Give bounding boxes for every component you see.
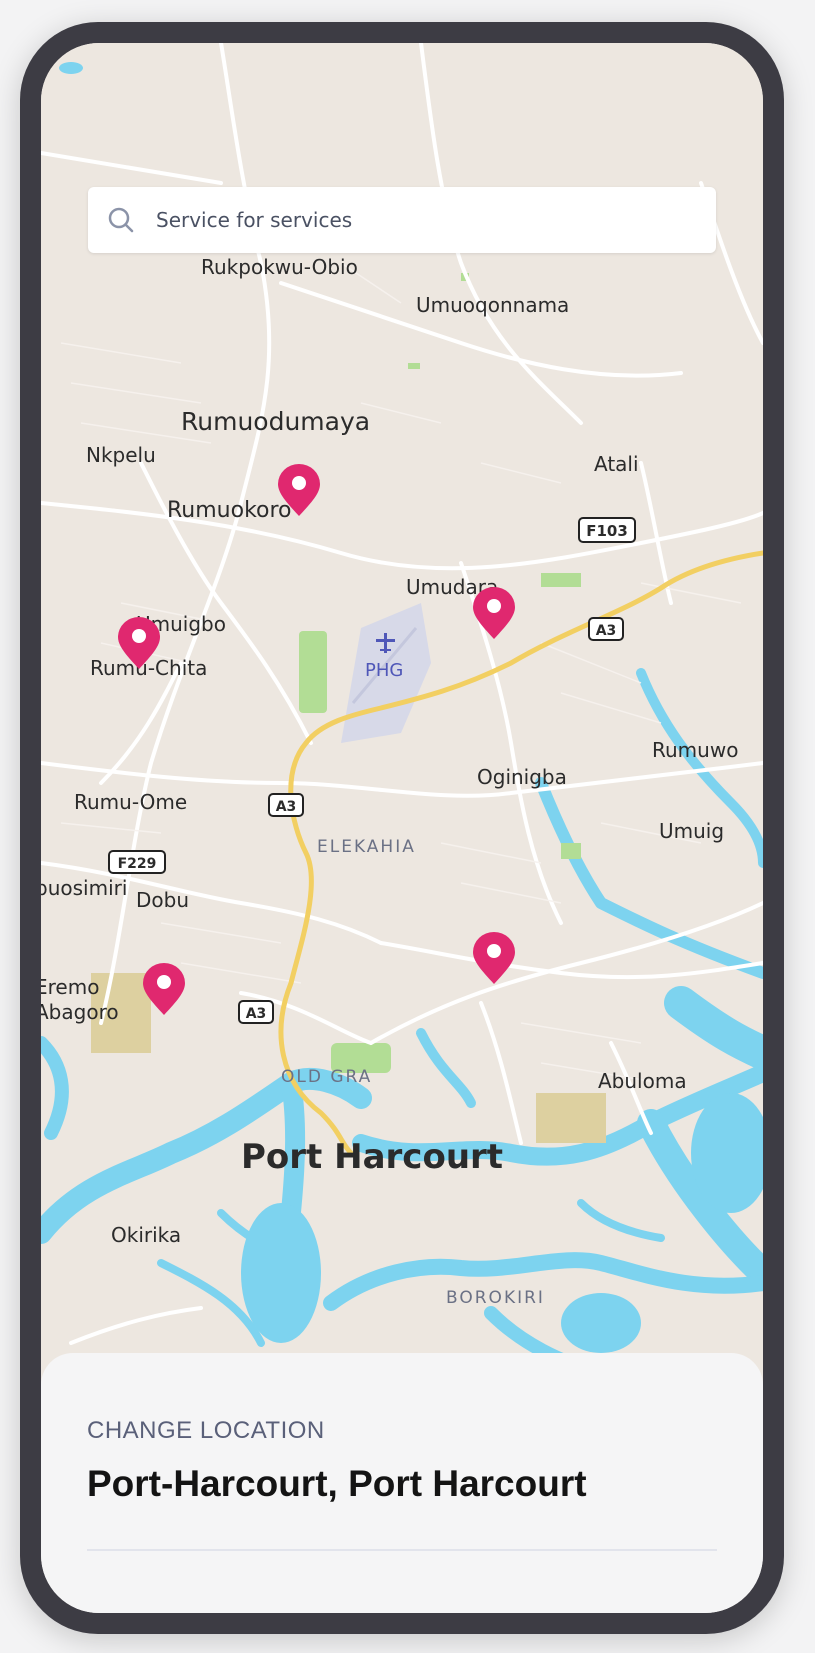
place-label: Rumuokoro bbox=[167, 498, 292, 523]
map-pin-marker[interactable] bbox=[116, 617, 162, 671]
location-sheet: CHANGE LOCATION Port-Harcourt, Port Harc… bbox=[41, 1353, 763, 1613]
place-label: Umuig bbox=[659, 819, 724, 843]
current-location: Port-Harcourt, Port Harcourt bbox=[87, 1463, 587, 1504]
place-label: Abagoro bbox=[41, 1000, 119, 1024]
svg-text:F229: F229 bbox=[118, 856, 157, 872]
svg-text:A3: A3 bbox=[276, 799, 297, 815]
place-label: Rumu-Ome bbox=[74, 790, 187, 814]
place-label: BOROKIRI bbox=[446, 1288, 545, 1308]
app-screen: F103 A3 A3 F229 A3 Rukpokwu-Obio Umuoqon… bbox=[41, 43, 763, 1613]
place-label: Okirika bbox=[111, 1223, 181, 1247]
place-label: Umuoqonnama bbox=[416, 293, 569, 317]
place-label: Rumuodumaya bbox=[181, 407, 370, 436]
change-location-link[interactable]: CHANGE LOCATION bbox=[87, 1417, 325, 1445]
search-icon bbox=[108, 207, 134, 233]
place-label: Dobu bbox=[136, 888, 189, 912]
place-label: ELEKAHIA bbox=[317, 837, 416, 857]
search-input[interactable] bbox=[154, 207, 698, 233]
place-label: Eremo bbox=[41, 975, 99, 999]
place-label: Abuloma bbox=[598, 1069, 687, 1093]
map-pin-icon bbox=[143, 963, 185, 1015]
svg-text:A3: A3 bbox=[246, 1006, 267, 1022]
place-label: buosimiri bbox=[41, 876, 127, 900]
place-label: OLD GRA bbox=[281, 1067, 372, 1087]
phone-frame: F103 A3 A3 F229 A3 Rukpokwu-Obio Umuoqon… bbox=[20, 22, 784, 1634]
svg-text:F103: F103 bbox=[586, 522, 628, 540]
map-pin-marker[interactable] bbox=[276, 464, 322, 518]
map-pin-marker[interactable] bbox=[471, 587, 517, 641]
place-label: Rumuwo bbox=[652, 738, 738, 762]
place-label: Rukpokwu-Obio bbox=[201, 255, 358, 279]
divider bbox=[87, 1549, 717, 1551]
place-label: Nkpelu bbox=[86, 443, 156, 467]
svg-text:A3: A3 bbox=[596, 623, 617, 639]
map-pin-marker[interactable] bbox=[471, 932, 517, 986]
map-pin-icon bbox=[278, 464, 320, 516]
place-label: Oginigba bbox=[477, 765, 567, 789]
place-label: PHG bbox=[365, 660, 403, 681]
map-pin-icon bbox=[118, 617, 160, 669]
map-pin-icon bbox=[473, 587, 515, 639]
map-pin-icon bbox=[473, 932, 515, 984]
map-pin-marker[interactable] bbox=[141, 963, 187, 1017]
place-label: Atali bbox=[594, 452, 639, 476]
place-label: Port Harcourt bbox=[241, 1137, 503, 1177]
search-bar[interactable] bbox=[88, 187, 716, 253]
